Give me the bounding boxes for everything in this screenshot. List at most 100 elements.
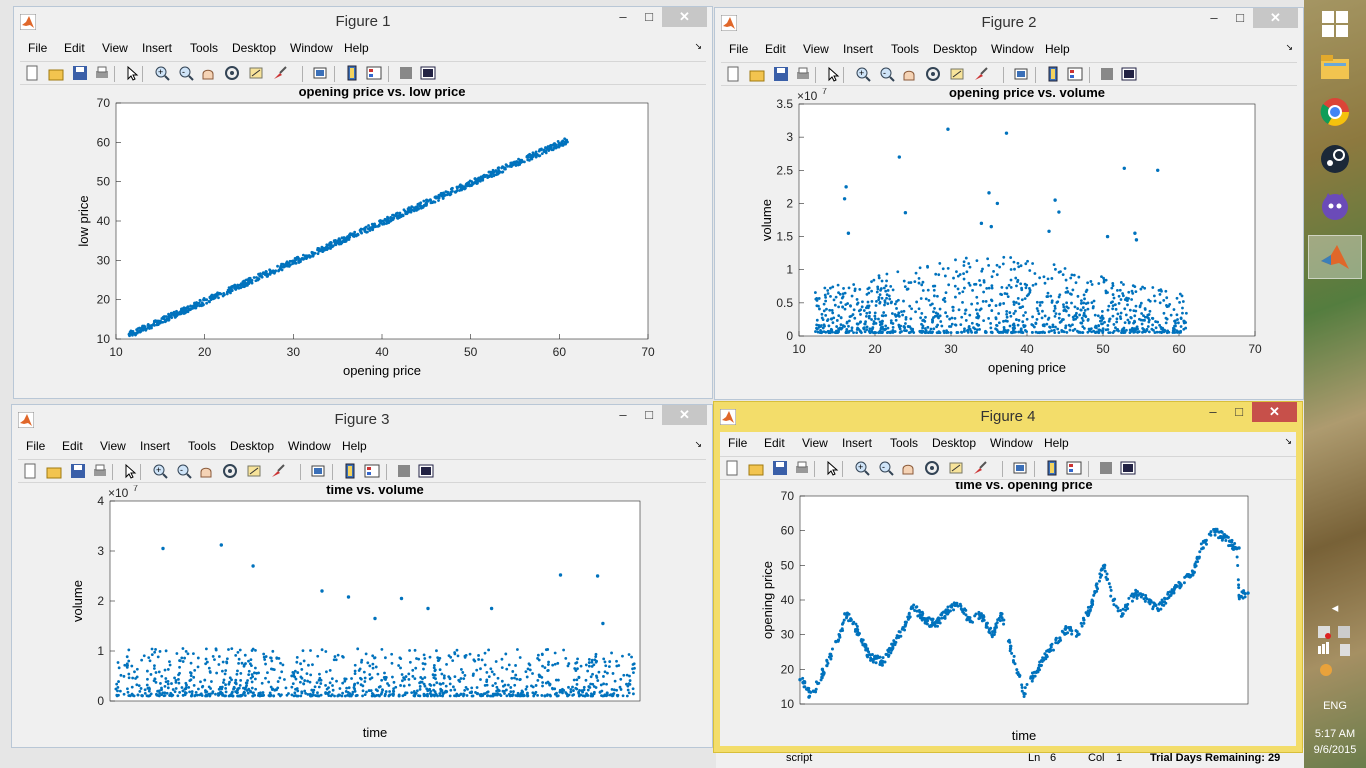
tray-network-icons[interactable] — [1308, 622, 1362, 681]
menu-help[interactable]: Help — [1044, 436, 1069, 450]
menu-view[interactable]: View — [100, 439, 126, 453]
pointer-icon[interactable] — [124, 65, 140, 81]
brush-icon[interactable] — [272, 65, 288, 81]
figure-3-window[interactable]: Figure 3– □ ✕ File Edit View Insert Tools Deskto… — [11, 404, 713, 748]
pan-hand-icon[interactable] — [200, 65, 216, 81]
close-button[interactable]: ✕ — [1252, 402, 1297, 422]
title-bar[interactable]: Figure 1– □ ✕ — [14, 7, 712, 37]
title-bar[interactable]: Figure 4– □ ✕ — [714, 402, 1302, 432]
hide-plot-tools-icon[interactable] — [396, 463, 412, 479]
figure-4-window[interactable]: Figure 4– □ ✕ File Edit View Insert Tools Deskto… — [713, 401, 1303, 753]
zoom-in-icon[interactable]: + — [152, 463, 168, 479]
menu-desktop[interactable]: Desktop — [232, 41, 276, 55]
minimize-button[interactable]: – — [1200, 402, 1226, 422]
zoom-out-icon[interactable]: - — [879, 66, 895, 82]
maximize-button[interactable]: □ — [636, 405, 662, 425]
brush-icon[interactable] — [972, 460, 988, 476]
menu-file[interactable]: File — [728, 436, 747, 450]
new-figure-icon[interactable] — [725, 66, 741, 82]
chart-svg[interactable]: time vs. opening pricetimeopening price1… — [720, 477, 1298, 768]
figure-2-window[interactable]: Figure 2– □ ✕ File Edit View Insert Tools Deskto… — [714, 7, 1304, 400]
menu-tools[interactable]: Tools — [190, 41, 218, 55]
zoom-in-icon[interactable]: + — [154, 65, 170, 81]
colorbar-icon[interactable] — [342, 463, 358, 479]
windows-start-icon[interactable] — [1308, 2, 1362, 46]
minimize-button[interactable]: – — [1201, 8, 1227, 28]
menu-desktop[interactable]: Desktop — [230, 439, 274, 453]
data-cursor-icon[interactable] — [948, 460, 964, 476]
menu-insert[interactable]: Insert — [843, 42, 873, 56]
zoom-out-icon[interactable]: - — [178, 65, 194, 81]
menu-tools[interactable]: Tools — [188, 439, 216, 453]
menu-help[interactable]: Help — [344, 41, 369, 55]
close-button[interactable]: ✕ — [1253, 8, 1298, 28]
menu-tools[interactable]: Tools — [891, 42, 919, 56]
zoom-in-icon[interactable]: + — [854, 460, 870, 476]
menu-file[interactable]: File — [28, 41, 47, 55]
rotate-icon[interactable] — [224, 65, 240, 81]
data-cursor-icon[interactable] — [949, 66, 965, 82]
menu-window[interactable]: Window — [290, 41, 333, 55]
title-bar[interactable]: Figure 2– □ ✕ — [715, 8, 1303, 38]
matlab-taskbar-icon[interactable] — [1308, 235, 1362, 279]
open-file-icon[interactable] — [749, 66, 765, 82]
menu-insert[interactable]: Insert — [842, 436, 872, 450]
menu-tools[interactable]: Tools — [890, 436, 918, 450]
pointer-icon[interactable] — [824, 460, 840, 476]
hide-plot-tools-icon[interactable] — [1099, 66, 1115, 82]
menu-insert[interactable]: Insert — [140, 439, 170, 453]
pointer-icon[interactable] — [825, 66, 841, 82]
show-plot-tools-icon[interactable] — [418, 463, 434, 479]
menu-help[interactable]: Help — [342, 439, 367, 453]
title-bar[interactable]: Figure 3– □ ✕ — [12, 405, 712, 435]
pan-hand-icon[interactable] — [198, 463, 214, 479]
pointer-icon[interactable] — [122, 463, 138, 479]
show-plot-tools-icon[interactable] — [1120, 460, 1136, 476]
cat-app-icon[interactable] — [1308, 184, 1362, 228]
pan-hand-icon[interactable] — [900, 460, 916, 476]
new-figure-icon[interactable] — [724, 460, 740, 476]
chart-svg[interactable]: time vs. volumetimevolume01234×10 7 — [18, 482, 708, 768]
menu-edit[interactable]: Edit — [62, 439, 83, 453]
hide-plot-tools-icon[interactable] — [1098, 460, 1114, 476]
zoom-out-icon[interactable]: - — [878, 460, 894, 476]
menu-overflow-arrow-icon[interactable]: ↘ — [694, 41, 702, 52]
print-icon[interactable] — [795, 66, 811, 82]
open-file-icon[interactable] — [48, 65, 64, 81]
colorbar-icon[interactable] — [344, 65, 360, 81]
close-button[interactable]: ✕ — [662, 405, 707, 425]
menu-edit[interactable]: Edit — [765, 42, 786, 56]
show-plot-tools-icon[interactable] — [420, 65, 436, 81]
menu-window[interactable]: Window — [991, 42, 1034, 56]
colorbar-icon[interactable] — [1045, 66, 1061, 82]
menu-desktop[interactable]: Desktop — [933, 42, 977, 56]
rotate-icon[interactable] — [222, 463, 238, 479]
zoom-in-icon[interactable]: + — [855, 66, 871, 82]
open-file-icon[interactable] — [748, 460, 764, 476]
file-explorer-icon[interactable] — [1308, 44, 1362, 88]
print-icon[interactable] — [92, 463, 108, 479]
menu-insert[interactable]: Insert — [142, 41, 172, 55]
zoom-out-icon[interactable]: - — [176, 463, 192, 479]
print-icon[interactable] — [94, 65, 110, 81]
data-cursor-icon[interactable] — [246, 463, 262, 479]
menu-file[interactable]: File — [26, 439, 45, 453]
menu-window[interactable]: Window — [990, 436, 1033, 450]
link-plot-icon[interactable] — [1013, 66, 1029, 82]
legend-icon[interactable] — [1066, 460, 1082, 476]
menu-view[interactable]: View — [102, 41, 128, 55]
chrome-icon[interactable] — [1308, 90, 1362, 134]
hide-plot-tools-icon[interactable] — [398, 65, 414, 81]
menu-view[interactable]: View — [802, 436, 828, 450]
chart-svg[interactable]: opening price vs. volumeopening pricevol… — [721, 85, 1299, 420]
menu-overflow-arrow-icon[interactable]: ↘ — [1285, 42, 1293, 53]
legend-icon[interactable] — [366, 65, 382, 81]
print-icon[interactable] — [794, 460, 810, 476]
save-icon[interactable] — [772, 460, 788, 476]
save-icon[interactable] — [70, 463, 86, 479]
brush-icon[interactable] — [270, 463, 286, 479]
menu-overflow-arrow-icon[interactable]: ↘ — [1284, 436, 1292, 447]
new-figure-icon[interactable] — [22, 463, 38, 479]
link-plot-icon[interactable] — [1012, 460, 1028, 476]
legend-icon[interactable] — [364, 463, 380, 479]
